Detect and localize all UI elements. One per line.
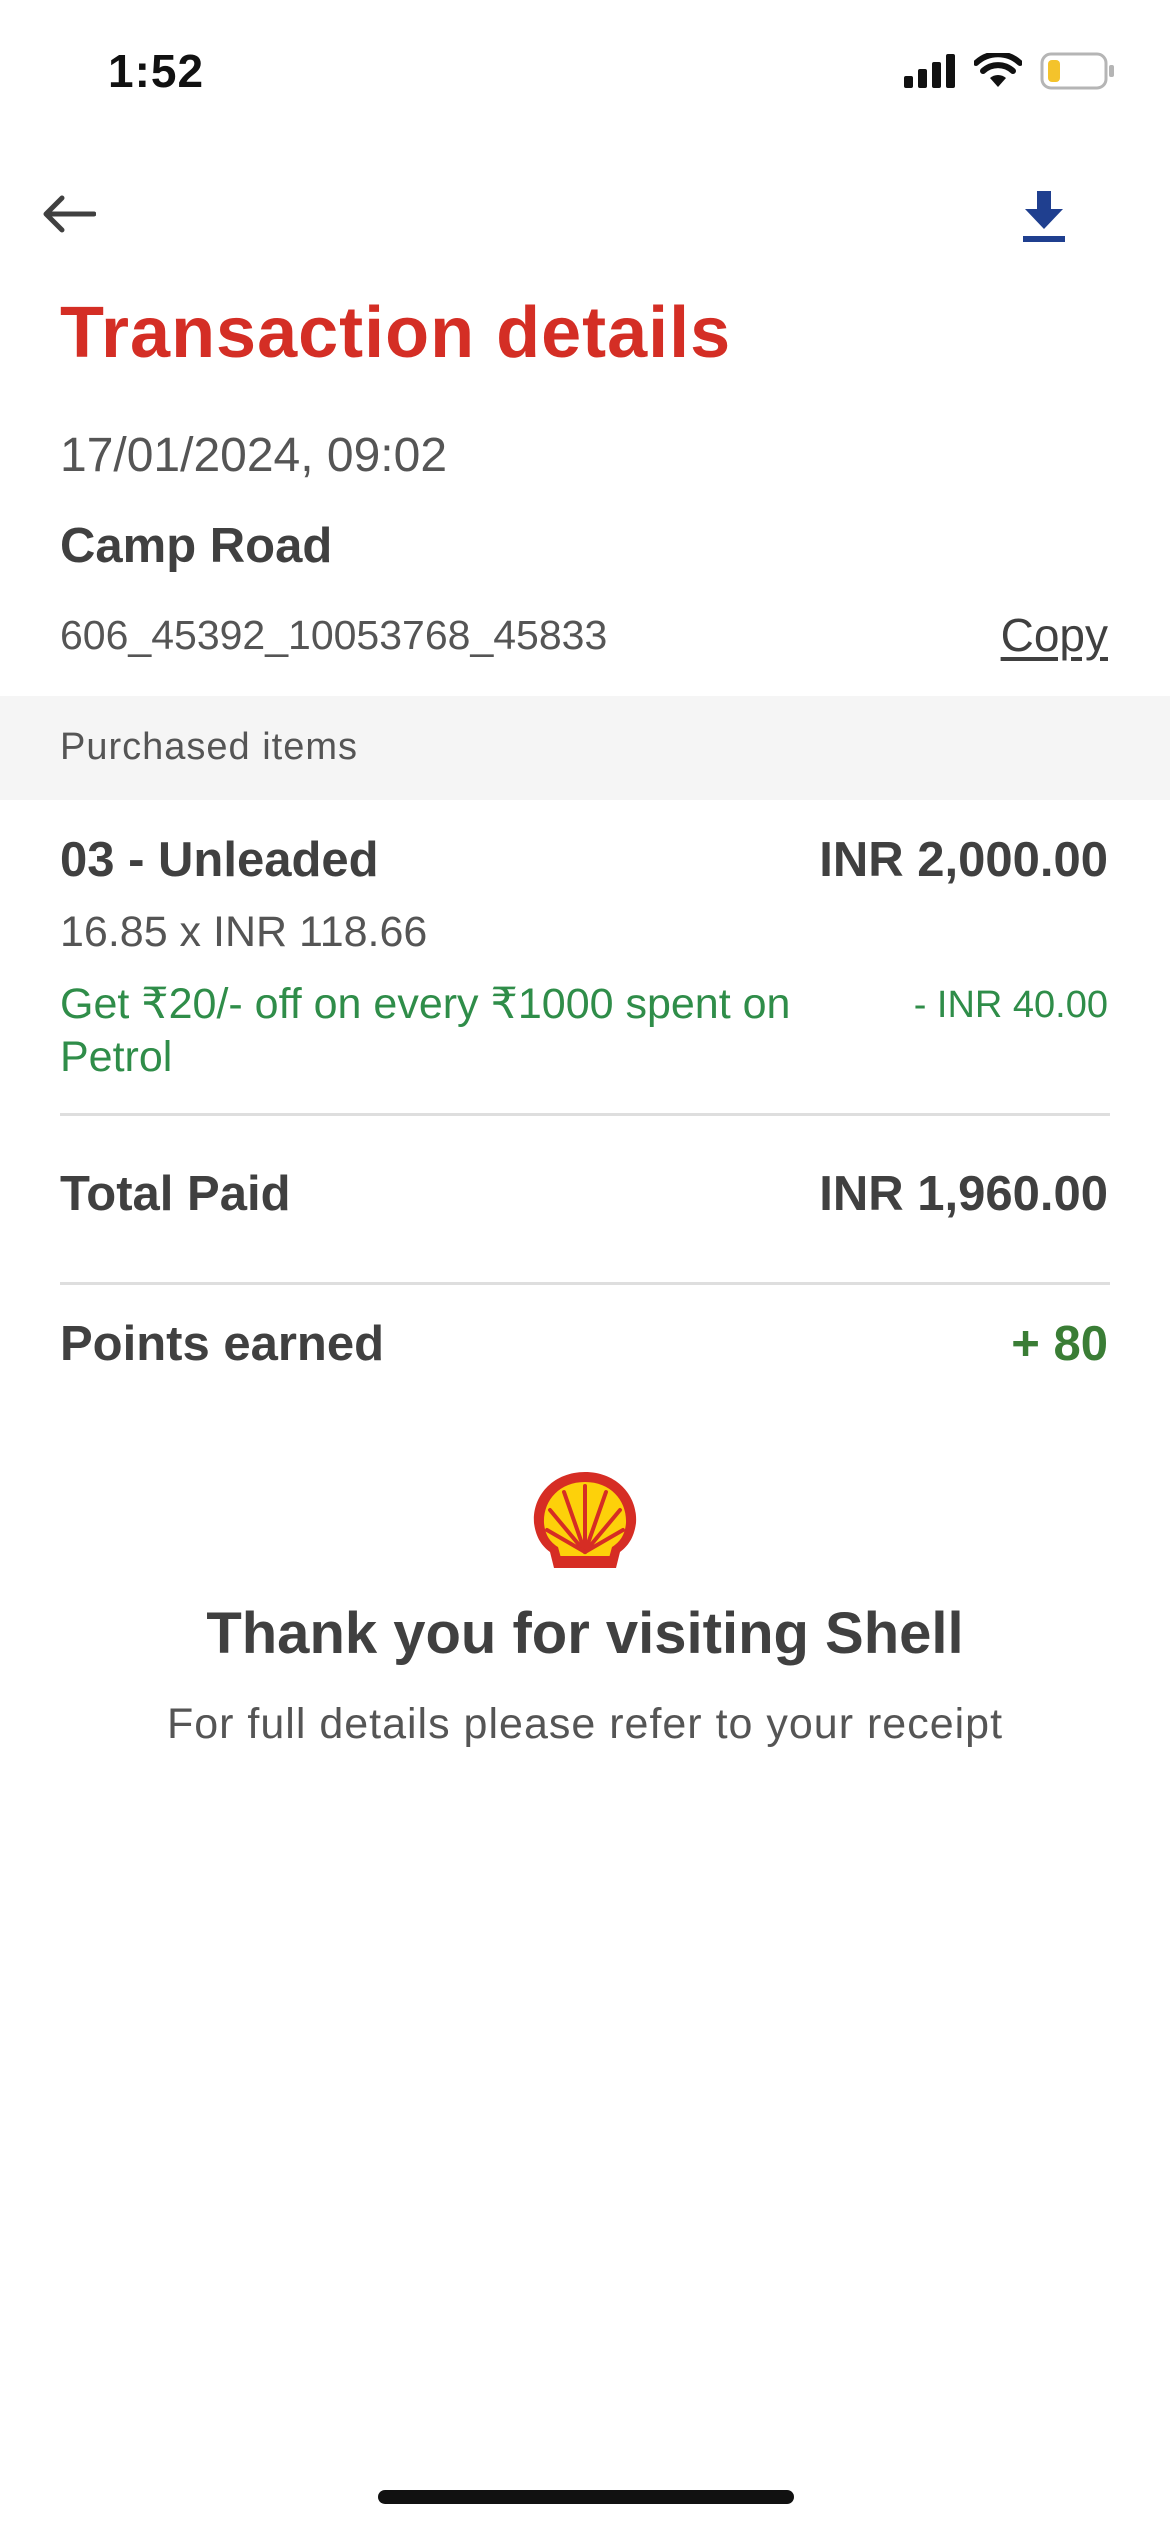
thank-you-heading: Thank you for visiting Shell: [206, 1601, 964, 1666]
transaction-id: 606_45392_10053768_45833: [60, 612, 608, 658]
battery-low-icon: [1040, 52, 1114, 90]
status-icons: [904, 52, 1116, 90]
station-name: Camp Road: [60, 519, 333, 573]
promo-discount: - INR 40.00: [913, 984, 1108, 1026]
divider: [60, 1113, 1110, 1116]
receipt-note: For full details please refer to your re…: [166, 1700, 1004, 1748]
points-earned-value: + 80: [1011, 1317, 1108, 1371]
transaction-datetime: 17/01/2024, 09:02: [60, 429, 448, 482]
total-paid-label: Total Paid: [60, 1167, 291, 1221]
copy-button[interactable]: Copy: [1001, 608, 1108, 662]
points-earned-label: Points earned: [60, 1317, 385, 1371]
item-quantity: 16.85 x INR 118.66: [60, 908, 428, 956]
download-button[interactable]: [1014, 184, 1074, 248]
shell-logo-icon: [533, 1472, 637, 1568]
arrow-left-icon: [43, 195, 96, 233]
item-amount: INR 2,000.00: [819, 833, 1108, 887]
promo-text: Get ₹20/- off on every ₹1000 spent on Pe…: [60, 980, 791, 1081]
total-paid-value: INR 1,960.00: [819, 1167, 1108, 1221]
divider: [60, 1282, 1110, 1285]
cellular-signal-icon: [904, 54, 955, 88]
home-indicator[interactable]: [378, 2490, 794, 2504]
status-time: 1:52: [108, 45, 205, 97]
item-name: 03 - Unleaded: [60, 833, 379, 887]
download-icon: [1023, 191, 1065, 242]
wifi-icon: [974, 53, 1022, 87]
page-title: Transaction details: [60, 293, 732, 373]
section-label: Purchased items: [60, 726, 359, 768]
back-button[interactable]: [36, 186, 100, 242]
